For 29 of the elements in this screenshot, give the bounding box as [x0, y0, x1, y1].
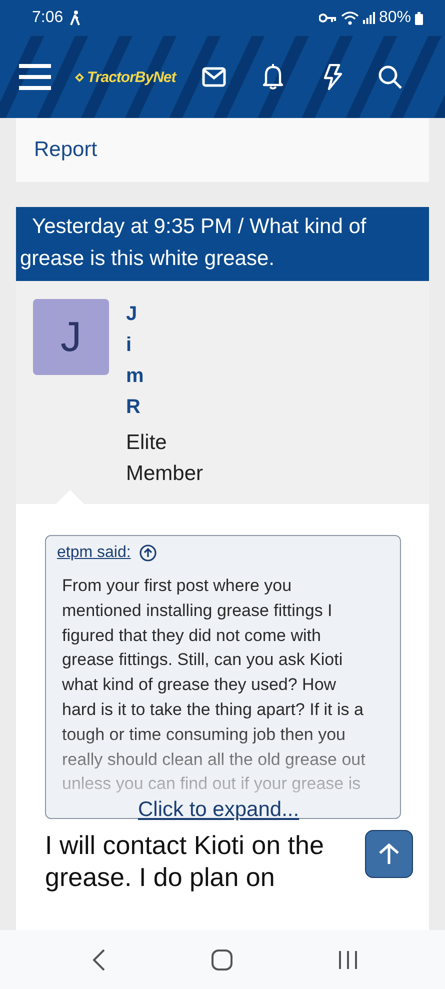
username-link[interactable]: J i m R — [126, 299, 216, 423]
arrow-up-icon — [378, 843, 400, 865]
key-icon — [318, 13, 337, 23]
battery-percent: 80% — [378, 9, 411, 27]
user-title: Elite Member — [126, 430, 204, 487]
search-icon[interactable] — [378, 65, 402, 89]
recent-apps-icon[interactable] — [338, 950, 358, 970]
clock-time: 7:06 — [32, 9, 64, 27]
lightning-icon[interactable] — [322, 64, 342, 90]
avatar[interactable]: J — [33, 299, 109, 375]
back-icon[interactable] — [92, 948, 106, 970]
scroll-top-button[interactable] — [365, 830, 413, 878]
up-circle-icon[interactable] — [138, 544, 157, 562]
wifi-icon — [340, 11, 359, 25]
signal-icon — [362, 12, 375, 24]
walking-person-icon — [69, 10, 82, 26]
post-text: I will contact Kioti on the grease. I do plan on — [45, 829, 325, 893]
bell-icon[interactable] — [262, 64, 284, 90]
thread-banner: Yesterday at 9:35 PM / What kind of grease is this white grease. — [16, 207, 429, 281]
diamond-icon — [75, 72, 84, 82]
expand-link[interactable]: Click to expand... — [138, 798, 300, 822]
battery-icon — [415, 12, 423, 24]
home-icon[interactable] — [211, 948, 233, 970]
report-link[interactable]: Report — [34, 138, 98, 162]
site-logo[interactable]: TractorByNet — [75, 68, 176, 86]
menu-icon[interactable] — [19, 64, 51, 90]
envelope-icon[interactable] — [202, 67, 226, 87]
quote-author-link[interactable]: etpm said: — [57, 544, 131, 562]
quote-text: From your first post where you mentioned installing grease fittings I figured that they did not come with grease fittings. Still, can you ask Kioti what kind of grease they used? How hard is it to take the thing apart? If it is a tough or time consuming job then you really should clean all the old grease out unless you can find out if your grease is — [62, 575, 366, 796]
